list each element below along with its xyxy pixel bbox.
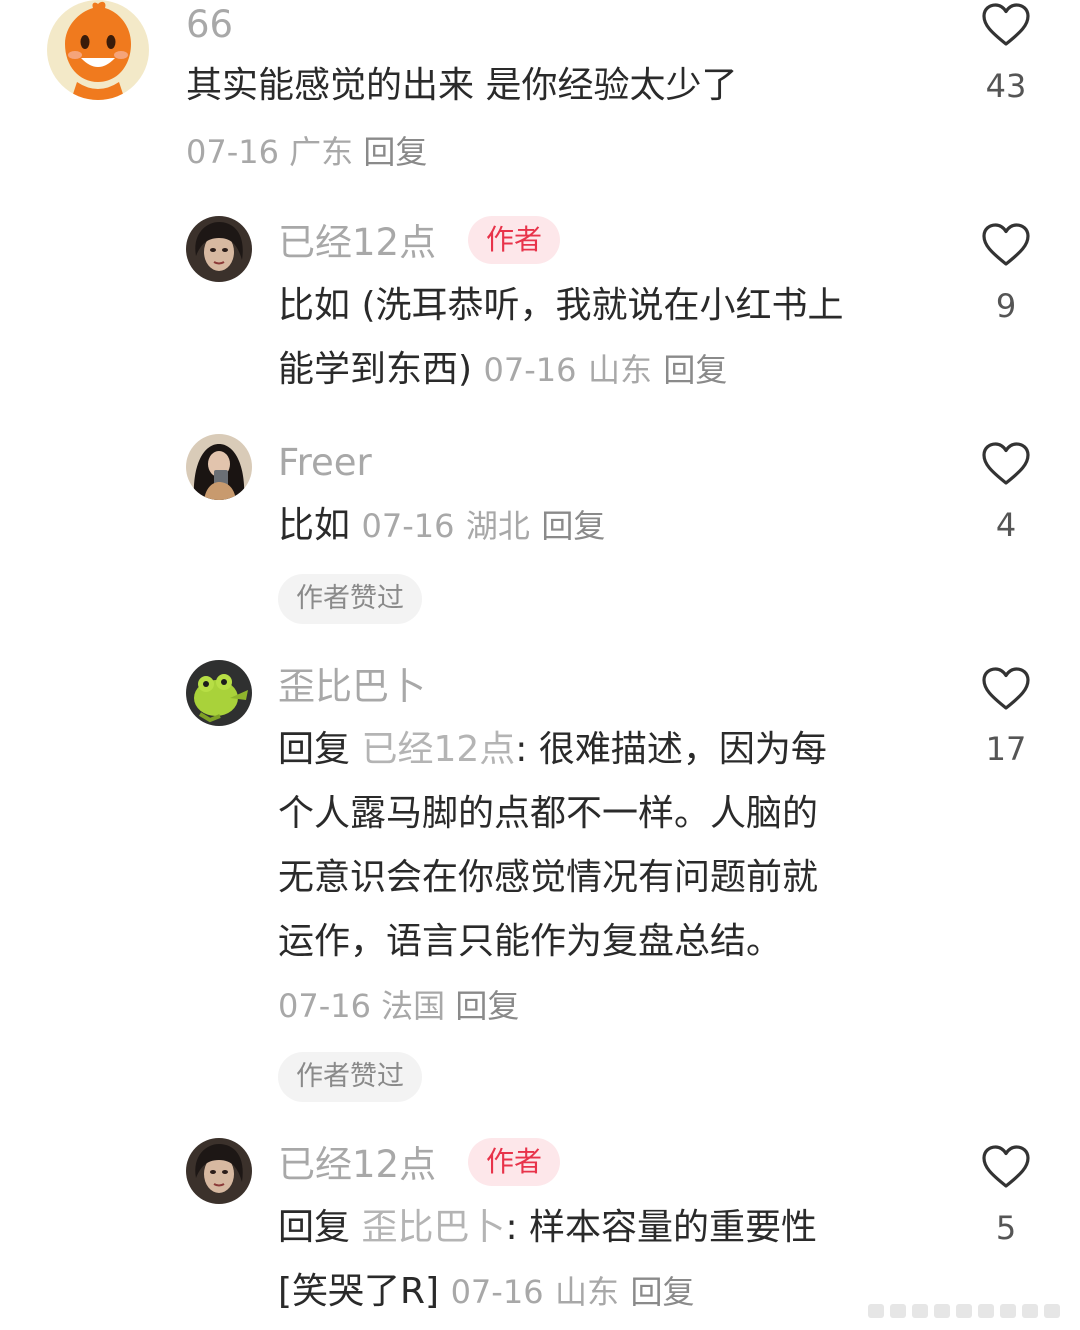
comment-text-body: : 样本容量的重要性: [505, 1207, 818, 1248]
author-liked-tag: 作者赞过: [278, 574, 422, 624]
comment-text: [笑哭了R] 07-16 山东 回复: [278, 1274, 694, 1310]
username[interactable]: Freer: [278, 444, 372, 481]
reply-button[interactable]: 回复: [630, 1273, 694, 1311]
comment-text: 能学到东西) 07-16 山东 回复: [278, 352, 727, 388]
reply-button[interactable]: 回复: [541, 507, 605, 545]
username[interactable]: 66: [186, 6, 233, 43]
comment-location: 山东: [587, 351, 652, 389]
comment-location: 广东: [289, 133, 354, 171]
comment-text: 运作，语言只能作为复盘总结。: [278, 921, 783, 962]
author-badge: 作者: [468, 216, 561, 264]
username[interactable]: 已经12点: [278, 1146, 436, 1183]
heart-outline-icon[interactable]: [981, 1144, 1031, 1190]
comment-text: 回复 歪比巴卜: 样本容量的重要性: [278, 1210, 817, 1246]
comment-date: 07-16: [361, 507, 455, 545]
heart-outline-icon[interactable]: [981, 441, 1031, 487]
comment-location: 山东: [555, 1273, 620, 1311]
comment-text: 比如 (洗耳恭听，我就说在小红书上: [278, 285, 844, 326]
comment-text-end: 能学到东西): [278, 349, 473, 390]
author-liked-tag: 作者赞过: [278, 1052, 422, 1102]
comment-date: 07-16: [278, 987, 371, 1025]
comment-text-body: : 很难描述，因为每: [515, 729, 827, 770]
like-count: 43: [985, 67, 1027, 105]
avatar[interactable]: [186, 660, 252, 726]
comment-meta: 07-16 广东 回复: [186, 136, 427, 168]
avatar[interactable]: [186, 1138, 252, 1204]
avatar[interactable]: [186, 434, 252, 500]
comment-text: 无意识会在你感觉情况有问题前就: [278, 857, 819, 898]
like-count: 4: [995, 506, 1017, 544]
comment-location: 法国: [381, 987, 446, 1025]
reply-button[interactable]: 回复: [363, 133, 427, 171]
comment-date: 07-16: [450, 1273, 544, 1311]
comment-text: 其实能感觉的出来 是你经验太少了: [186, 65, 738, 106]
reply-target-username[interactable]: 歪比巴卜: [361, 1207, 505, 1248]
heart-outline-icon[interactable]: [981, 222, 1031, 268]
like-count: 17: [985, 730, 1027, 768]
comment-meta: 07-16 法国 回复: [278, 990, 519, 1022]
avatar[interactable]: [47, 0, 149, 100]
heart-outline-icon[interactable]: [981, 666, 1031, 712]
reply-button[interactable]: 回复: [455, 987, 519, 1025]
like-count: 5: [995, 1209, 1017, 1247]
comment-text: 个人露马脚的点都不一样。人脑的: [278, 793, 819, 834]
watermark: [868, 1300, 1068, 1322]
username[interactable]: 歪比巴卜: [278, 668, 426, 705]
comment-date: 07-16: [186, 133, 279, 171]
comment-location: 湖北: [465, 507, 530, 545]
heart-outline-icon[interactable]: [981, 2, 1031, 48]
avatar[interactable]: [186, 216, 252, 282]
username[interactable]: 已经12点: [278, 224, 436, 261]
comment-date: 07-16: [483, 351, 577, 389]
author-badge: 作者: [468, 1138, 561, 1186]
reply-prefix: 回复: [278, 729, 351, 770]
comment-text: 比如 07-16 湖北 回复: [278, 508, 605, 544]
reply-button[interactable]: 回复: [663, 351, 727, 389]
emoji-text: [笑哭了R]: [278, 1271, 440, 1312]
reply-target-username[interactable]: 已经12点: [361, 729, 515, 770]
reply-prefix: 回复: [278, 1207, 351, 1248]
like-count: 9: [995, 287, 1017, 325]
comment-text-body: 比如: [278, 505, 351, 546]
comment-text: 回复 已经12点: 很难描述，因为每: [278, 732, 827, 768]
